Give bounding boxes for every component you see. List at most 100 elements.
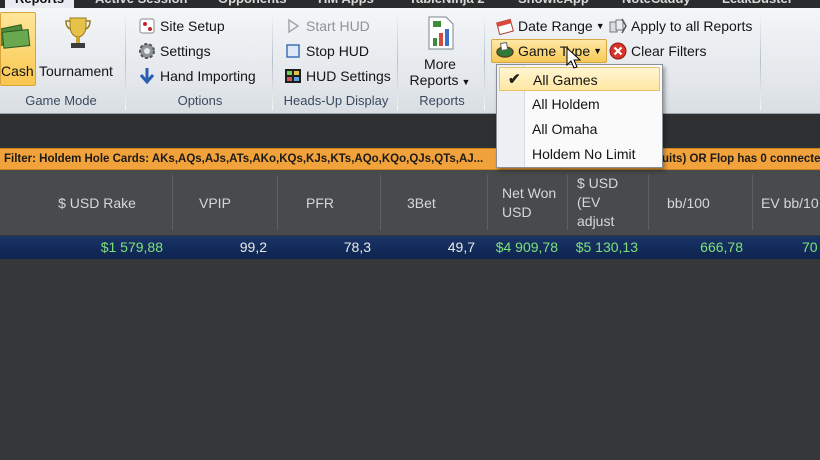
menu-item-all-holdem[interactable]: All Holdem <box>499 92 660 116</box>
gear-icon <box>138 42 156 60</box>
column-header-usd-rake[interactable]: $ USD Rake <box>0 175 172 230</box>
ribbon-separator <box>760 12 761 110</box>
ribbon-separator <box>272 12 273 110</box>
column-header-label: VPIP <box>199 194 231 211</box>
game-type-button[interactable]: Game Type ▼ <box>491 39 608 63</box>
column-header-ev-adjusted[interactable]: $ USD (EV adjust <box>567 175 648 230</box>
checkmark-icon: ✔ <box>508 71 521 88</box>
filter-text: Filter: Holdem Hole Cards: AKs,AQs,AJs,A… <box>4 153 484 165</box>
column-header-label: EV bb/10 <box>761 194 819 211</box>
settings-button[interactable]: Settings <box>138 40 211 62</box>
stop-hud-button[interactable]: Stop HUD <box>284 40 369 62</box>
apply-to-all-reports-label: Apply to all Reports <box>631 18 753 34</box>
cell-pfr: 78,3 <box>343 239 371 255</box>
column-header-label: $ USD Rake <box>58 194 136 211</box>
column-header-label: $ USD (EV adjust <box>577 175 619 229</box>
clear-filters-label: Clear Filters <box>631 43 707 59</box>
tab-strip: Reports Active Session Opponents HM Apps… <box>0 0 820 8</box>
chevron-down-icon: ▼ <box>595 21 605 31</box>
cash-button[interactable]: Cash <box>0 12 36 86</box>
column-header-3bet[interactable]: 3Bet <box>380 175 487 230</box>
filter-text-tail: uits) OR Flop has 0 connecte <box>662 153 820 165</box>
report-chart-icon <box>428 16 454 50</box>
menu-item-label: All Games <box>533 72 598 88</box>
cell-ev-bb100: 70 <box>802 239 818 255</box>
column-header-label: Net Won USD <box>502 184 557 220</box>
poker-table-icon <box>496 41 514 60</box>
import-arrow-icon <box>138 67 156 85</box>
column-header-label: bb/100 <box>667 194 710 211</box>
tab-notecaddy[interactable]: NoteCaddy <box>622 0 691 8</box>
tab-tableninja[interactable]: TableNinja 2 <box>409 0 485 8</box>
cell-usd-rake: $1 579,88 <box>100 239 163 255</box>
more-reports-label-2: Reports <box>409 72 459 88</box>
group-label-game-mode: Game Mode <box>25 93 97 108</box>
stop-hud-label: Stop HUD <box>306 43 370 59</box>
chevron-down-icon: ▼ <box>461 77 471 87</box>
column-header-vpip[interactable]: VPIP <box>172 175 277 230</box>
tab-leakbuster[interactable]: LeakBuster <box>722 0 793 8</box>
column-header-bb100[interactable]: bb/100 <box>648 175 752 230</box>
site-setup-icon <box>138 17 156 35</box>
column-header-ev-bb100[interactable]: EV bb/10 <box>752 175 820 230</box>
tournament-button[interactable]: Tournament <box>38 14 118 86</box>
site-setup-button[interactable]: Site Setup <box>138 15 225 37</box>
menu-item-label: Holdem No Limit <box>532 146 636 162</box>
hud-settings-button[interactable]: HUD Settings <box>284 65 391 87</box>
ribbon-separator <box>125 12 126 110</box>
clear-filters-button[interactable]: Clear Filters <box>609 40 706 62</box>
more-reports-label-1: More <box>424 56 456 72</box>
site-setup-label: Site Setup <box>160 18 225 34</box>
hand-importing-label: Hand Importing <box>160 68 256 84</box>
group-label-reports: Reports <box>419 93 465 108</box>
cell-ev-adjusted: $5 130,13 <box>575 239 638 255</box>
play-icon <box>284 17 302 35</box>
ribbon-separator <box>484 12 485 110</box>
chevron-down-icon: ▼ <box>593 46 603 56</box>
apply-to-all-reports-button[interactable]: Apply to all Reports <box>609 15 752 37</box>
ribbon-separator <box>397 12 398 110</box>
more-reports-button[interactable]: More Reports ▼ <box>405 14 475 90</box>
cell-3bet: 49,7 <box>447 239 475 255</box>
tab-reports[interactable]: Reports <box>5 0 75 8</box>
column-header-label: 3Bet <box>407 194 436 211</box>
hud-settings-label: HUD Settings <box>306 68 391 84</box>
settings-label: Settings <box>160 43 211 59</box>
tab-hm-apps[interactable]: HM Apps <box>318 0 374 8</box>
menu-item-label: All Holdem <box>532 96 600 112</box>
tab-snowieapp[interactable]: SnowieApp <box>518 0 589 8</box>
table-header: $ USD Rake VPIP PFR 3Bet Net Won USD $ U… <box>0 170 820 235</box>
calendar-icon <box>496 17 514 36</box>
tournament-label: Tournament <box>39 63 113 79</box>
mouse-cursor-icon <box>566 47 582 69</box>
active-filter-bar[interactable]: Filter: Holdem Hole Cards: AKs,AQs,AJs,A… <box>0 148 820 170</box>
menu-item-all-omaha[interactable]: All Omaha <box>499 117 660 141</box>
start-hud-label: Start HUD <box>306 18 370 34</box>
cell-net-won-usd: $4 909,78 <box>495 239 558 255</box>
cell-bb100: 666,78 <box>700 239 743 255</box>
group-label-options: Options <box>177 93 223 108</box>
cash-icon <box>1 24 31 49</box>
apply-all-icon <box>609 17 627 35</box>
menu-item-holdem-no-limit[interactable]: Holdem No Limit <box>499 142 660 166</box>
date-range-label: Date Range <box>518 18 593 34</box>
hand-importing-button[interactable]: Hand Importing <box>138 65 256 87</box>
start-hud-button[interactable]: Start HUD <box>284 15 370 37</box>
game-type-dropdown-menu: ✔ All Games All Holdem All Omaha Holdem … <box>496 64 663 168</box>
tab-opponents[interactable]: Opponents <box>218 0 287 8</box>
hud-grid-icon <box>284 67 302 85</box>
ribbon: Cash Tournament Game Mode Site Setup Set… <box>0 8 820 114</box>
stop-icon <box>284 42 302 60</box>
column-header-net-won-usd[interactable]: Net Won USD <box>487 175 567 230</box>
tab-active-session[interactable]: Active Session <box>95 0 188 8</box>
more-reports-label-2-wrap: Reports ▼ <box>405 72 475 88</box>
clear-x-icon <box>609 42 627 60</box>
cash-label: Cash <box>1 63 34 79</box>
column-header-pfr[interactable]: PFR <box>277 175 380 230</box>
table-row[interactable]: $1 579,88 99,2 78,3 49,7 $4 909,78 $5 13… <box>0 236 820 259</box>
group-label-hud: Heads-Up Display <box>283 93 389 108</box>
date-range-button[interactable]: Date Range ▼ <box>496 15 605 37</box>
cell-vpip: 99,2 <box>239 239 267 255</box>
column-header-label: PFR <box>306 194 334 211</box>
menu-item-label: All Omaha <box>532 121 598 137</box>
